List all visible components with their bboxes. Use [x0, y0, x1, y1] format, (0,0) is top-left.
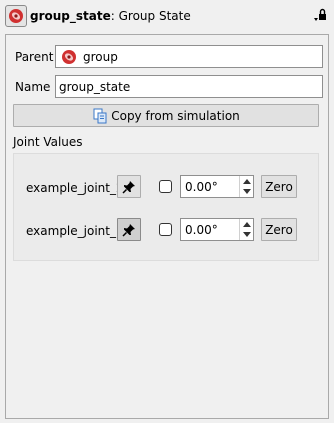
zero-button-label: Zero	[265, 222, 293, 237]
name-input[interactable]: group_state	[55, 75, 323, 98]
joint-value: 0.00°	[185, 179, 218, 194]
spin-up-arrow-icon[interactable]	[243, 222, 251, 227]
joint-enable-checkbox[interactable]	[159, 223, 172, 236]
joint-enable-checkbox[interactable]	[159, 180, 172, 193]
robot-group-icon	[62, 49, 76, 64]
zero-button[interactable]: Zero	[261, 175, 297, 198]
float-lock-icon[interactable]	[313, 8, 327, 22]
panel-title-suffix: : Group State	[110, 9, 191, 23]
joint-value-spinbox[interactable]: 0.00°	[180, 175, 254, 198]
pin-icon	[122, 180, 135, 194]
spin-arrows[interactable]	[239, 219, 253, 240]
group-state-menu-button[interactable]	[5, 5, 27, 27]
robot-group-icon	[9, 9, 23, 23]
pin-toggle-button[interactable]	[117, 175, 141, 198]
parent-field[interactable]: group	[55, 45, 323, 68]
parent-label: Parent	[15, 50, 54, 64]
group-state-panel: Parent group Name group_state Copy from …	[5, 34, 329, 419]
spin-up-arrow-icon[interactable]	[243, 179, 251, 184]
dock-title-bar: group_state: Group State	[0, 0, 334, 32]
joint-values-title: Joint Values	[13, 135, 83, 149]
parent-value: group	[83, 49, 118, 64]
pin-icon	[122, 223, 135, 237]
name-label: Name	[15, 80, 51, 94]
joint-value-spinbox[interactable]: 0.00°	[180, 218, 254, 241]
panel-title: group_state: Group State	[30, 9, 191, 23]
spin-down-arrow-icon[interactable]	[243, 189, 251, 194]
name-value: group_state	[59, 79, 131, 94]
panel-title-name: group_state	[30, 9, 111, 23]
zero-button[interactable]: Zero	[261, 218, 297, 241]
copy-documents-icon	[93, 108, 107, 123]
joint-name-label: example_joint_2	[26, 181, 124, 195]
spin-down-arrow-icon[interactable]	[243, 232, 251, 237]
copy-from-simulation-button[interactable]: Copy from simulation	[13, 104, 319, 127]
zero-button-label: Zero	[265, 179, 293, 194]
pin-toggle-button[interactable]	[117, 218, 141, 241]
spin-arrows[interactable]	[239, 176, 253, 197]
copy-button-label: Copy from simulation	[111, 108, 240, 123]
joint-values-group: example_joint_2 0.00° Zero example_joint…	[13, 153, 319, 261]
joint-value: 0.00°	[185, 222, 218, 237]
joint-name-label: example_joint_1	[26, 224, 124, 238]
